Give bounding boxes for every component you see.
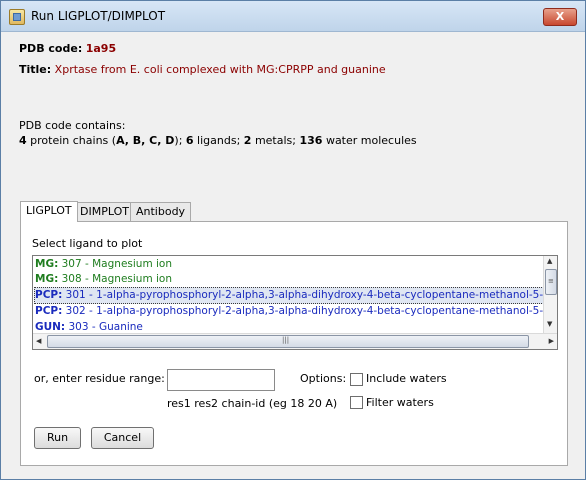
tab-dimplot[interactable]: DIMPLOT: [74, 202, 135, 221]
options-label: Options:: [300, 372, 347, 385]
scroll-left-icon[interactable]: ◀: [36, 337, 41, 345]
horizontal-scroll-thumb[interactable]: |||: [47, 335, 529, 348]
window-title: Run LIGPLOT/DIMPLOT: [31, 9, 166, 23]
list-item[interactable]: MG: 307 - Magnesium ion: [35, 257, 172, 272]
ligands-count: 6: [185, 134, 194, 147]
filter-waters-label[interactable]: Filter waters: [366, 396, 434, 409]
close-button[interactable]: X: [543, 8, 577, 26]
pdb-title-line: Title: Xprtase from E. coli complexed wi…: [19, 63, 386, 76]
grip-icon: |||: [282, 336, 290, 344]
ligand-code: PCP:: [35, 289, 63, 301]
cancel-button[interactable]: Cancel: [91, 427, 154, 449]
ligands-text: ligands;: [193, 134, 244, 147]
pdb-title-value: Xprtase from E. coli complexed with MG:C…: [54, 63, 386, 76]
water-count: 136: [299, 134, 323, 147]
chains-close: );: [174, 134, 186, 147]
ligand-list[interactable]: MG: 307 - Magnesium ion MG: 308 - Magnes…: [32, 255, 558, 350]
scroll-down-icon[interactable]: ▼: [547, 320, 552, 328]
tab-antibody[interactable]: Antibody: [130, 202, 192, 221]
contains-heading: PDB code contains:: [19, 119, 126, 132]
ligand-desc: 307 - Magnesium ion: [58, 258, 173, 270]
filter-waters-checkbox[interactable]: [350, 396, 363, 409]
water-text: water molecules: [322, 134, 417, 147]
chain-ids: A, B, C, D: [116, 134, 175, 147]
residue-range-hint: res1 res2 chain-id (eg 18 20 A): [167, 397, 338, 410]
ligand-code: MG:: [35, 258, 59, 270]
ligand-desc: 302 - 1-alpha-pyrophosphoryl-2-alpha,3-a…: [62, 305, 558, 317]
residue-range-input[interactable]: [167, 369, 275, 391]
contains-summary: 4 protein chains (A, B, C, D); 6 ligands…: [19, 134, 417, 147]
chains-text: protein chains (: [26, 134, 117, 147]
scroll-right-icon[interactable]: ▶: [549, 337, 554, 345]
ligand-desc: 308 - Magnesium ion: [58, 273, 173, 285]
include-waters-checkbox[interactable]: [350, 373, 363, 386]
ligand-desc: 303 - Guanine: [65, 321, 143, 333]
include-waters-label[interactable]: Include waters: [366, 372, 447, 385]
java-app-icon: [9, 9, 25, 25]
pdb-code-line: PDB code: 1a95: [19, 42, 116, 55]
ligand-desc: 301 - 1-alpha-pyrophosphoryl-2-alpha,3-a…: [62, 289, 558, 301]
ligand-code: GUN:: [35, 321, 66, 333]
ligand-code: MG:: [35, 273, 59, 285]
vertical-scrollbar[interactable]: ▲ ≡ ▼: [543, 256, 557, 333]
pdb-code-label: PDB code:: [19, 42, 83, 55]
title-bar[interactable]: Run LIGPLOT/DIMPLOT X: [1, 1, 585, 32]
ligplot-panel: Select ligand to plot MG: 307 - Magnesiu…: [20, 221, 568, 466]
scroll-up-icon[interactable]: ▲: [547, 257, 552, 265]
list-item-selected[interactable]: PCP: 301 - 1-alpha-pyrophosphoryl-2-alph…: [34, 287, 557, 304]
dialog-window: Run LIGPLOT/DIMPLOT X PDB code: 1a95 Tit…: [0, 0, 586, 480]
list-item[interactable]: MG: 308 - Magnesium ion: [35, 272, 172, 287]
horizontal-scrollbar[interactable]: ◀ ||| ▶: [33, 333, 557, 349]
metals-text: metals;: [251, 134, 300, 147]
residue-range-label: or, enter residue range:: [34, 372, 165, 385]
pdb-title-label: Title:: [19, 63, 52, 76]
tab-ligplot[interactable]: LIGPLOT: [20, 201, 78, 222]
run-button[interactable]: Run: [34, 427, 81, 449]
ligand-code: PCP:: [35, 305, 63, 317]
chains-count: 4: [19, 134, 27, 147]
pdb-code-value: 1a95: [85, 42, 117, 55]
select-ligand-label: Select ligand to plot: [32, 237, 143, 250]
list-item[interactable]: PCP: 302 - 1-alpha-pyrophosphoryl-2-alph…: [35, 304, 558, 319]
vertical-scroll-thumb[interactable]: ≡: [545, 269, 557, 295]
dialog-content: PDB code: 1a95 Title: Xprtase from E. co…: [2, 32, 584, 478]
grip-icon: ≡: [548, 277, 554, 285]
